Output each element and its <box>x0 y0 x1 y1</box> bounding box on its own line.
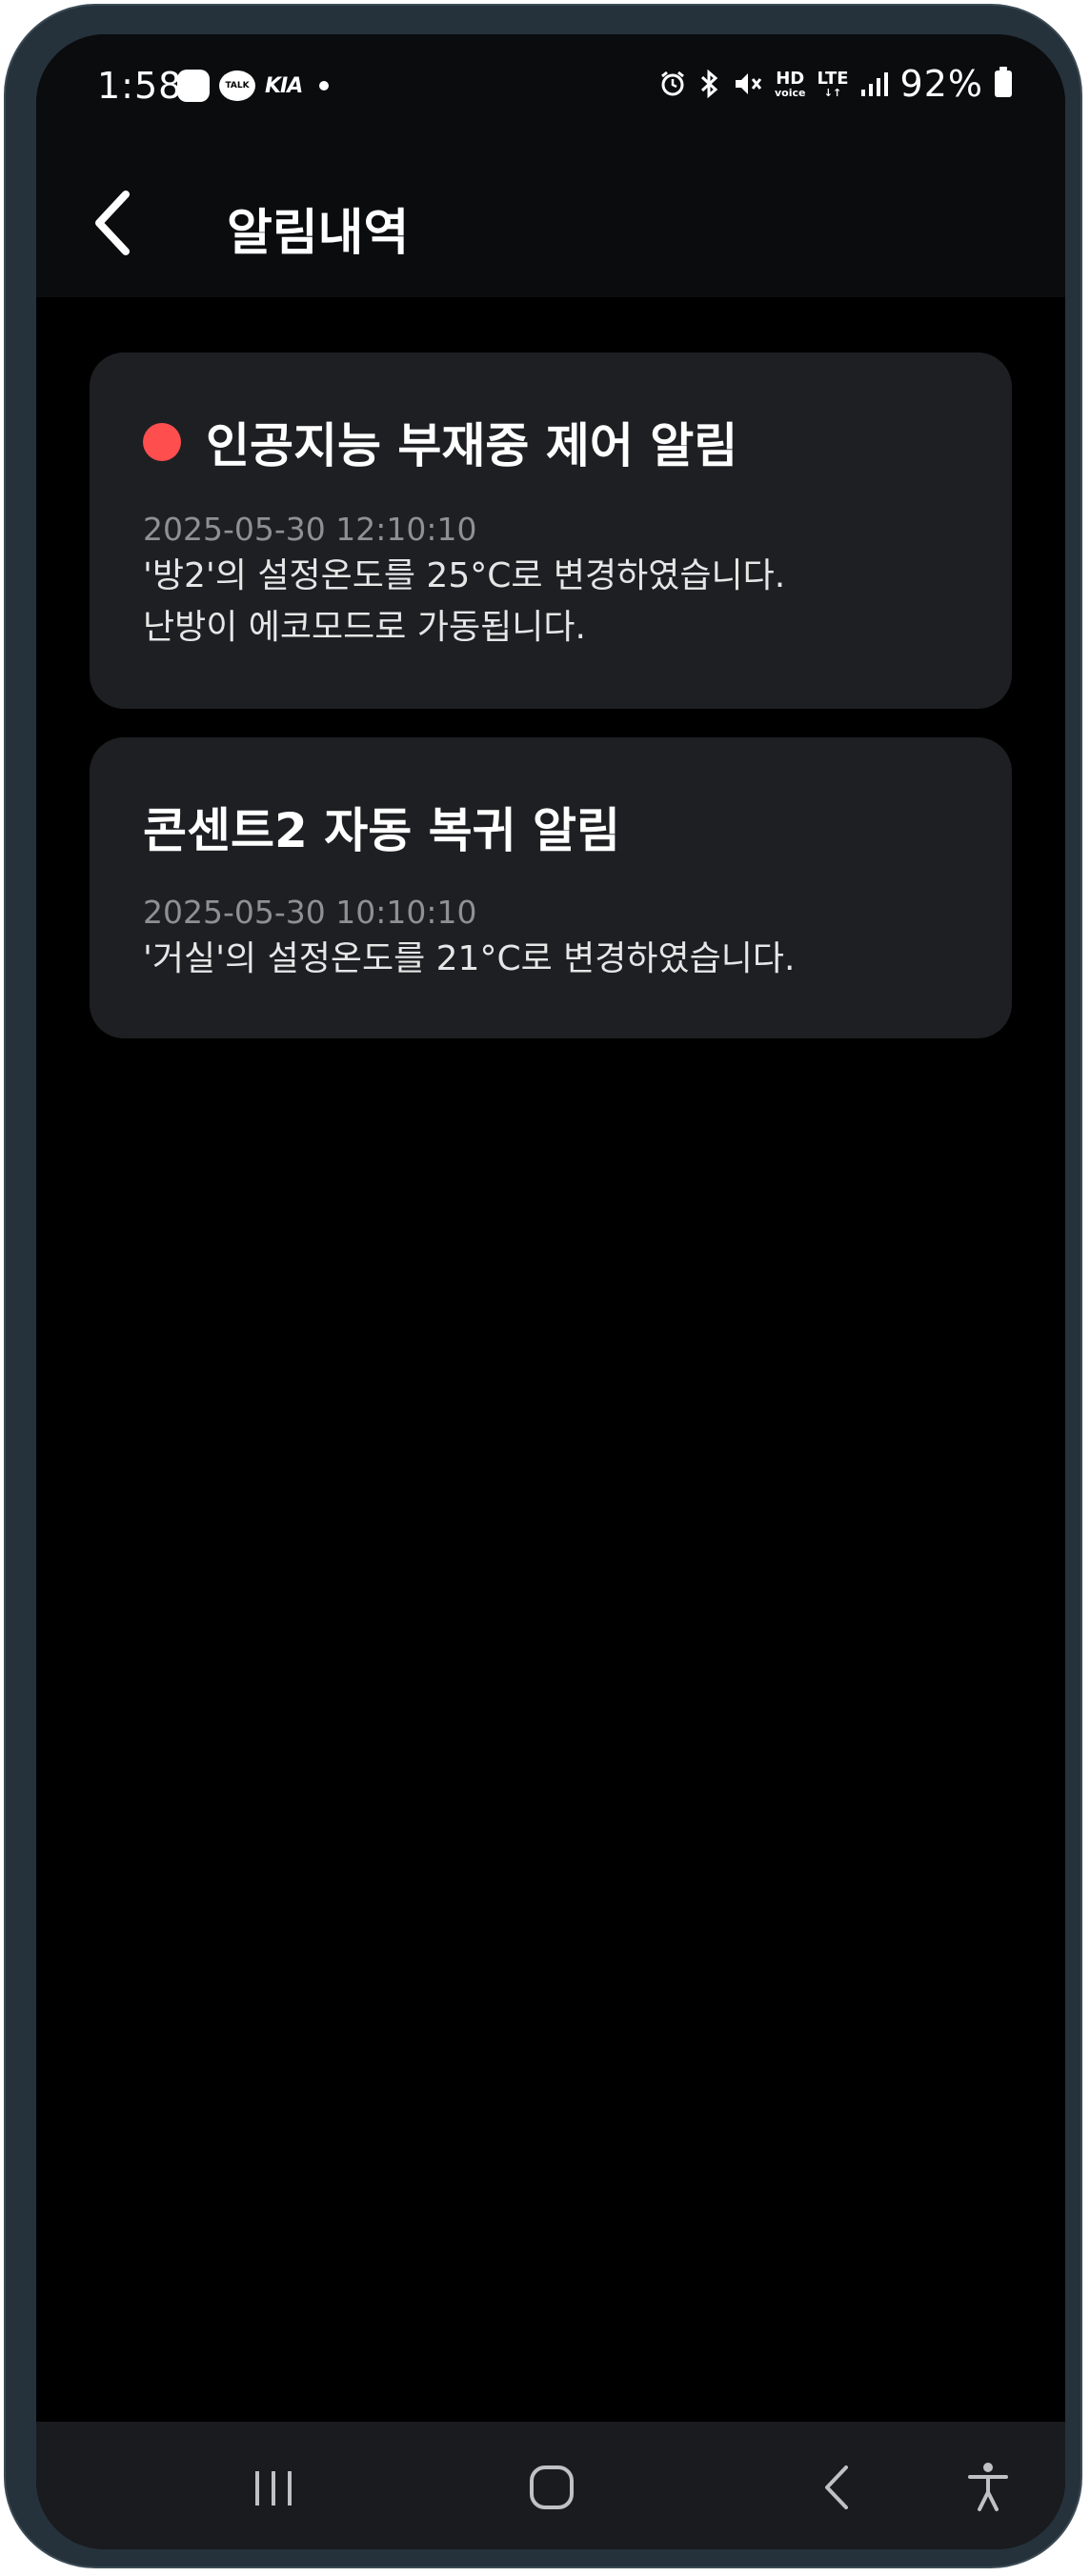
recent-apps-button[interactable] <box>240 2454 307 2521</box>
accessibility-icon <box>968 2463 1008 2511</box>
back-icon <box>825 2465 848 2509</box>
recent-apps-icon <box>255 2471 292 2506</box>
notification-time: 2025-05-30 12:10:10 <box>143 511 477 548</box>
kia-icon: KIA <box>265 73 303 98</box>
unread-indicator <box>143 423 181 461</box>
lte-icon: LTE ↓↑ <box>817 70 848 98</box>
hd-sub-label: voice <box>774 86 806 99</box>
device-frame: 1:58 TALK KIA HD voice LTE ↓↑ 92% 알림내역 인… <box>4 4 1082 2568</box>
screen: 1:58 TALK KIA HD voice LTE ↓↑ 92% 알림내역 인… <box>36 34 1065 2549</box>
kakaotalk-icon: TALK <box>219 70 255 101</box>
notification-line: '방2'의 설정온도를 25°C로 변경하였습니다. <box>143 556 786 595</box>
nav-back-button[interactable] <box>806 2454 873 2521</box>
notification-icons: TALK KIA <box>177 67 330 105</box>
app-notification-icon <box>177 70 210 102</box>
back-button[interactable] <box>82 185 158 261</box>
battery-charging-icon <box>995 67 1012 97</box>
hd-label: HD <box>776 68 805 89</box>
lte-label: LTE <box>817 68 849 89</box>
app-bar: 알림내역 <box>36 147 1065 297</box>
battery-percent: 92% <box>899 63 983 105</box>
accessibility-button[interactable] <box>955 2454 1021 2521</box>
notification-line: '거실'의 설정온도를 21°C로 변경하였습니다. <box>143 939 796 978</box>
page-title: 알림내역 <box>227 205 410 262</box>
chevron-left-icon <box>95 191 130 255</box>
more-notifications-dot-icon <box>319 81 330 91</box>
talk-label: TALK <box>225 81 250 91</box>
system-nav-bar <box>36 2422 1065 2549</box>
home-icon <box>530 2465 574 2509</box>
notification-line: 난방이 에코모드로 가동됩니다. <box>143 608 586 647</box>
notification-card[interactable]: 콘센트2 자동 복귀 알림 2025-05-30 10:10:10 '거실'의 … <box>90 737 1012 1038</box>
hd-voice-icon: HD voice <box>775 70 805 98</box>
alarm-icon <box>661 70 684 96</box>
notification-body: '거실'의 설정온도를 21°C로 변경하였습니다. <box>143 934 795 985</box>
status-bar: 1:58 TALK KIA HD voice LTE ↓↑ 92% <box>36 34 1065 147</box>
notification-title-row: 인공지능 부재중 제어 알림 <box>143 408 737 476</box>
notification-title: 인공지능 부재중 제어 알림 <box>206 418 738 473</box>
notification-list: 인공지능 부재중 제어 알림 2025-05-30 12:10:10 '방2'의… <box>36 297 1065 2450</box>
signal-icon <box>860 72 888 96</box>
bluetooth-icon <box>700 69 718 99</box>
data-arrows-icon: ↓↑ <box>823 86 842 99</box>
notification-time: 2025-05-30 10:10:10 <box>143 894 477 931</box>
notification-title: 콘센트2 자동 복귀 알림 <box>143 803 621 858</box>
mute-icon <box>735 73 762 94</box>
system-status-icons: HD voice LTE ↓↑ 92% <box>658 63 1012 105</box>
status-time: 1:58 <box>97 65 183 107</box>
notification-body: '방2'의 설정온도를 25°C로 변경하였습니다. 난방이 에코모드로 가동됩… <box>143 551 785 654</box>
kia-label: KIA <box>265 73 303 98</box>
home-button[interactable] <box>518 2454 585 2521</box>
notification-card[interactable]: 인공지능 부재중 제어 알림 2025-05-30 12:10:10 '방2'의… <box>90 352 1012 709</box>
notification-title-row: 콘센트2 자동 복귀 알림 <box>143 793 620 861</box>
